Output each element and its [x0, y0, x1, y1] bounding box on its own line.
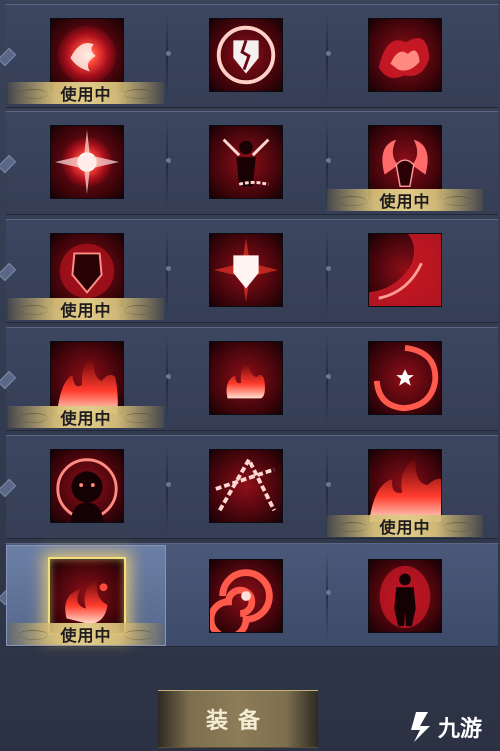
in-use-label: 使用中: [60, 301, 112, 320]
badge-flourish: [337, 196, 367, 206]
in-use-badge: 使用中: [8, 298, 164, 320]
cell-dot: [326, 374, 331, 379]
skill-slot[interactable]: [209, 125, 283, 199]
badge-flourish: [124, 305, 154, 315]
cell-dot: [166, 482, 171, 487]
flaming-warrior-icon: [369, 560, 441, 632]
screaming-head-icon: [51, 450, 123, 522]
skill-slot[interactable]: [209, 233, 283, 307]
cell-divider: [166, 228, 168, 316]
cell-divider: [166, 13, 168, 101]
watermark: 九游: [408, 708, 498, 746]
cell-dot: [326, 51, 331, 56]
chain-triangle-icon: [210, 450, 282, 522]
cell-divider: [166, 336, 168, 424]
flame-burst-corner-icon: [369, 450, 441, 522]
cell-dot: [166, 158, 171, 163]
skill-slot[interactable]: [368, 449, 442, 523]
spiral-star-icon: [369, 342, 441, 414]
in-use-label: 使用中: [379, 518, 431, 537]
skill-slot[interactable]: [368, 341, 442, 415]
badge-flourish: [124, 89, 154, 99]
cell-dot: [326, 590, 331, 595]
badge-flourish: [443, 196, 473, 206]
in-use-badge: 使用中: [8, 623, 164, 645]
cell-divider: [326, 552, 328, 640]
skill-slot[interactable]: [368, 559, 442, 633]
skill-slot[interactable]: [209, 341, 283, 415]
badge-flourish: [18, 413, 48, 423]
flame-armor-icon: [51, 234, 123, 306]
rising-flames-icon: [51, 342, 123, 414]
cracked-shield-icon: [210, 19, 282, 91]
jiuyou-logo-icon: [411, 712, 430, 742]
glowing-shield-icon: [210, 234, 282, 306]
in-use-label: 使用中: [60, 85, 112, 104]
in-use-label: 使用中: [379, 192, 431, 211]
in-use-label: 使用中: [60, 626, 112, 645]
skill-slot[interactable]: [209, 18, 283, 92]
cell-divider: [326, 228, 328, 316]
badge-flourish: [18, 630, 48, 640]
skill-slot[interactable]: [368, 18, 442, 92]
skill-slot[interactable]: [209, 559, 283, 633]
skill-slot[interactable]: [209, 449, 283, 523]
cell-divider: [326, 336, 328, 424]
blood-wave-icon: [369, 234, 441, 306]
cell-dot: [326, 266, 331, 271]
skill-slot[interactable]: [368, 233, 442, 307]
skill-slot[interactable]: [50, 125, 124, 199]
skill-slot[interactable]: [50, 449, 124, 523]
badge-flourish: [337, 522, 367, 532]
radiant-burst-icon: [51, 126, 123, 198]
in-use-badge: 使用中: [8, 82, 164, 104]
cell-dot: [326, 158, 331, 163]
fire-burst-icon: [210, 342, 282, 414]
cell-dot: [166, 51, 171, 56]
cell-dot: [326, 482, 331, 487]
skill-slot[interactable]: [50, 233, 124, 307]
badge-flourish: [124, 413, 154, 423]
cell-dot: [166, 374, 171, 379]
in-use-badge: 使用中: [327, 515, 483, 537]
badge-flourish: [18, 89, 48, 99]
badge-flourish: [18, 305, 48, 315]
equip-button-label: 装备: [205, 709, 270, 734]
in-use-badge: 使用中: [8, 406, 164, 428]
equip-button[interactable]: 装备: [158, 690, 318, 748]
badge-flourish: [443, 522, 473, 532]
badge-flourish: [124, 630, 154, 640]
in-use-badge: 使用中: [327, 189, 483, 211]
cell-dot: [166, 266, 171, 271]
skill-slot[interactable]: [50, 341, 124, 415]
cell-divider: [166, 120, 168, 208]
watermark-text: 九游: [438, 717, 483, 742]
in-use-label: 使用中: [60, 409, 112, 428]
red-vortex-icon: [210, 560, 282, 632]
crimson-fire-swirl-icon: [369, 19, 441, 91]
cell-divider: [326, 13, 328, 101]
chained-figure-icon: [210, 126, 282, 198]
cell-divider: [166, 444, 168, 532]
